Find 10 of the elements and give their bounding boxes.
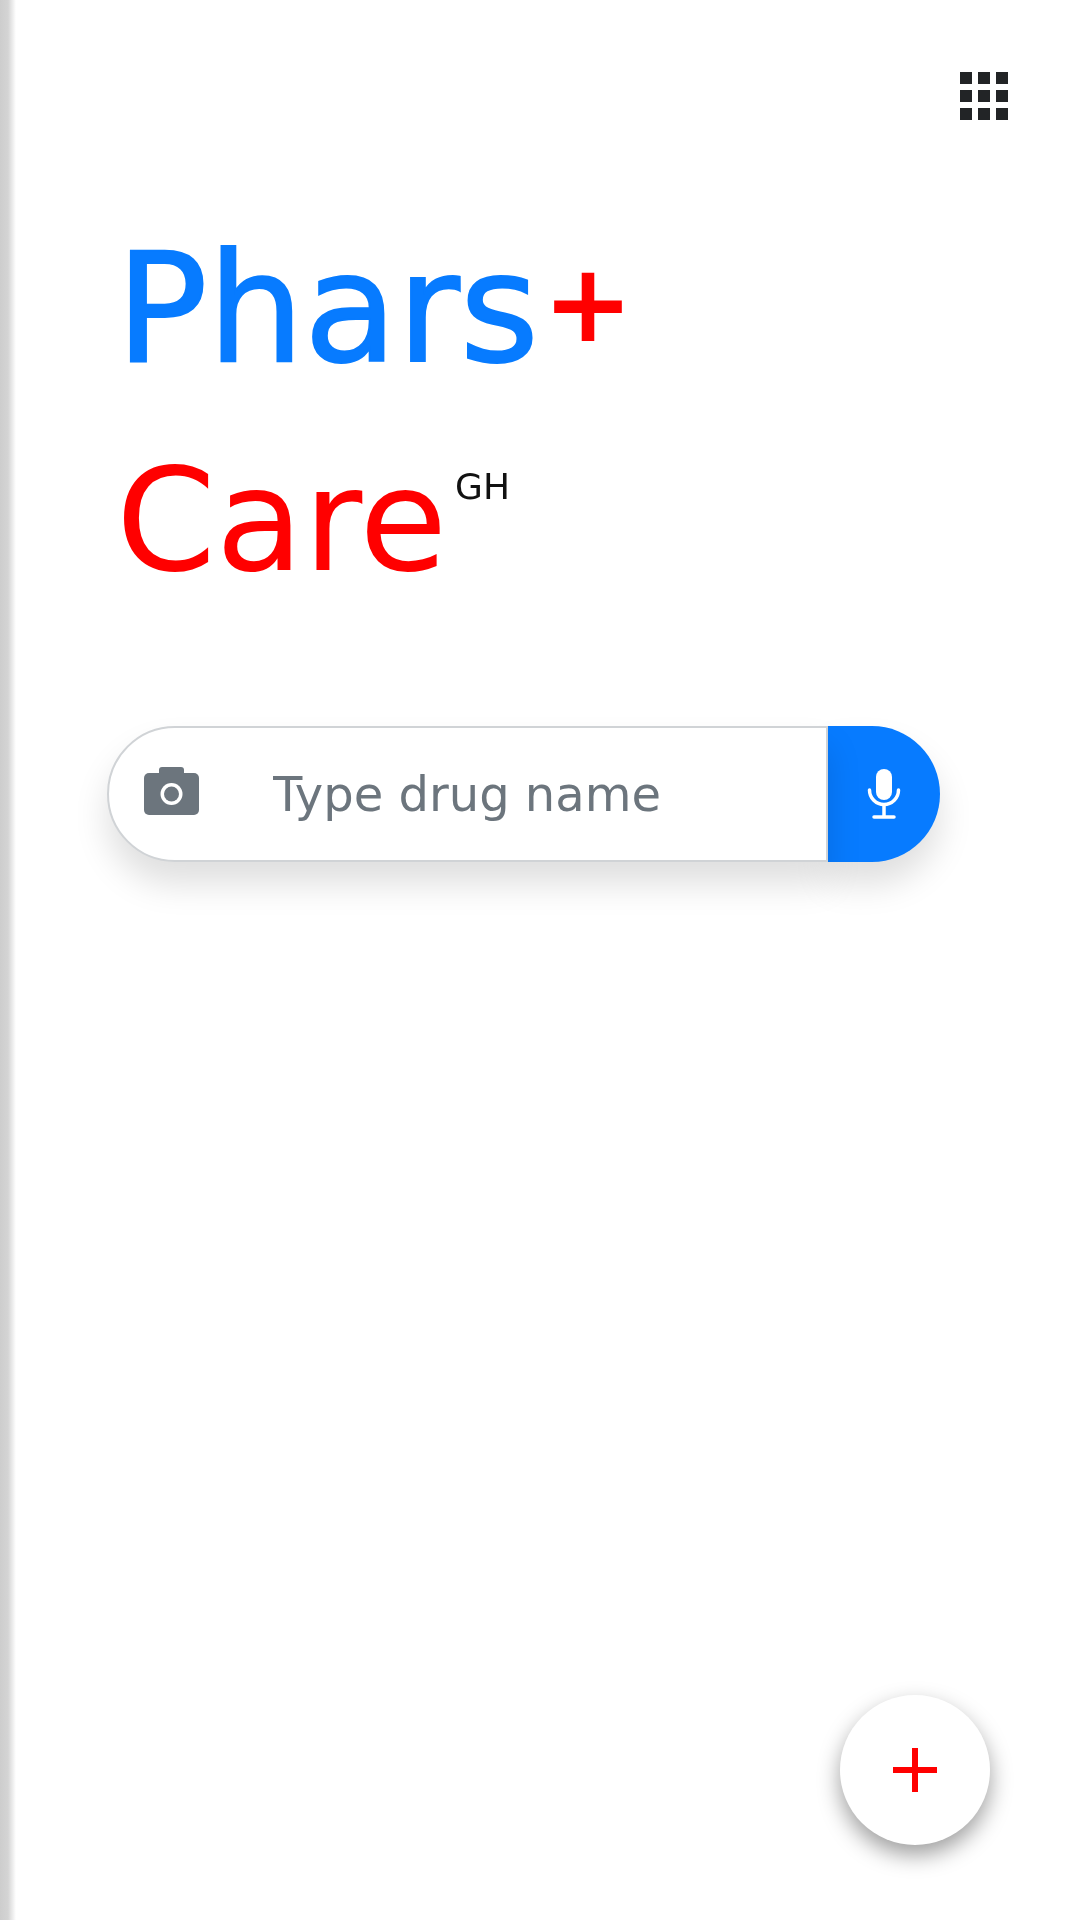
logo-title: Phars$^{+}$	[116, 233, 634, 385]
camera-icon[interactable]	[144, 767, 199, 815]
apps-menu-button[interactable]	[960, 72, 1008, 120]
voice-search-button[interactable]	[828, 726, 940, 862]
microphone-icon	[867, 769, 901, 819]
grid-icon	[960, 72, 1008, 120]
plus-icon	[893, 1748, 937, 1792]
logo-subtitle: Care$^{GH}$	[116, 449, 511, 592]
search-field[interactable]: Type drug name	[107, 726, 828, 862]
add-button[interactable]	[840, 1695, 990, 1845]
